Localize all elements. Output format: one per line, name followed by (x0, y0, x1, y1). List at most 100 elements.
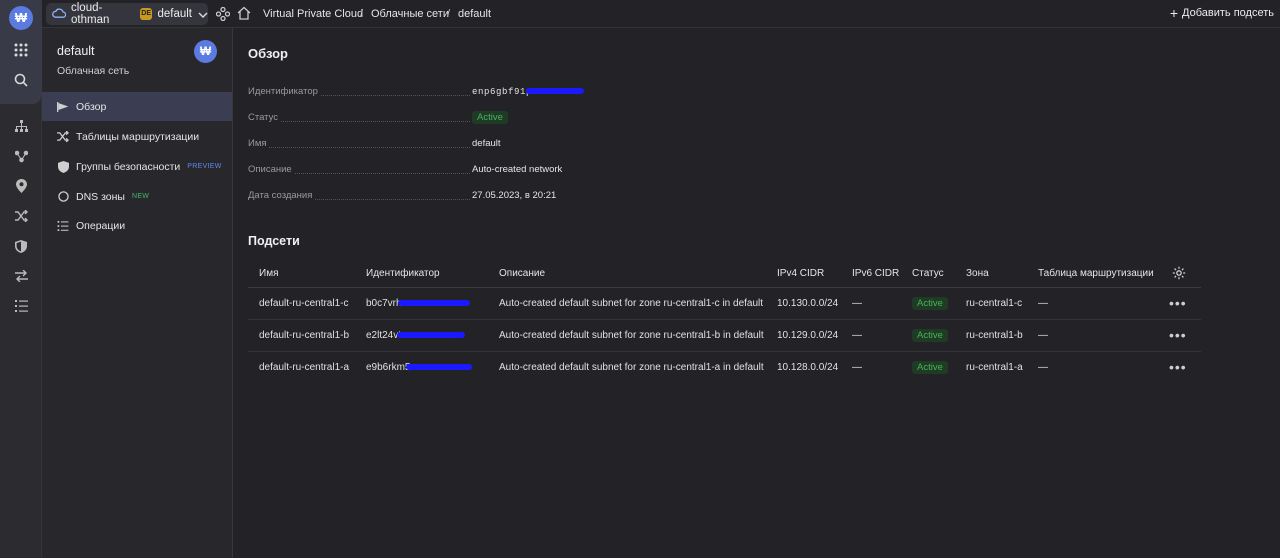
subnet-zone: ru-central1-c (966, 298, 1023, 309)
subnet-ipv6: — (852, 298, 862, 309)
column-header[interactable]: Идентификатор (366, 268, 440, 279)
sidebar-item-route-tables[interactable]: Таблицы маршрутизации (42, 122, 232, 151)
column-header[interactable]: Описание (499, 268, 545, 279)
cloud-folder-selector[interactable]: cloud-othman DE default (46, 2, 208, 26)
redaction-mark (397, 332, 466, 339)
prop-label: Статус (248, 112, 281, 123)
subnet-route-table: — (1038, 362, 1048, 373)
prop-created: Дата создания 27.05.2023, в 20:21 (248, 190, 608, 204)
prop-name: Имя default (248, 138, 608, 152)
subnets-title: Подсети (248, 234, 300, 248)
folder-badge: DE (139, 8, 153, 20)
more-actions-icon[interactable]: ••• (1169, 327, 1187, 343)
redaction-mark (526, 88, 585, 95)
list-icon[interactable] (11, 296, 31, 316)
sidebar-item-operations[interactable]: Операции (42, 211, 232, 240)
subnet-ipv4: 10.128.0.0/24 (777, 362, 839, 373)
subnet-name[interactable]: default-ru-central1-c (259, 298, 348, 309)
breadcrumb-separator: / (360, 8, 364, 20)
prop-description: Описание Auto-created network (248, 164, 608, 178)
home-icon[interactable] (237, 6, 251, 23)
subnet-ipv4: 10.130.0.0/24 (777, 298, 839, 309)
nodes-icon[interactable] (11, 146, 31, 166)
arrows-icon[interactable] (11, 266, 31, 286)
cloud-icon (52, 7, 67, 21)
table-row[interactable]: default-ru-central1-c b0c7vrh Auto-creat… (248, 288, 1201, 320)
list-icon (57, 220, 69, 232)
subnet-name[interactable]: default-ru-central1-b (259, 330, 349, 341)
prop-label: Идентификатор (248, 86, 320, 97)
circle-icon (57, 191, 69, 203)
overview-title: Обзор (248, 46, 288, 61)
status-badge: Active (912, 329, 948, 342)
network-description-value: Auto-created network (472, 164, 563, 175)
column-header[interactable]: Зона (966, 268, 989, 279)
redaction-mark (397, 300, 470, 307)
more-actions-icon[interactable]: ••• (1169, 359, 1187, 375)
created-date-value: 27.05.2023, в 20:21 (472, 190, 557, 201)
column-header[interactable]: IPv6 CIDR (852, 268, 899, 279)
breadcrumb-separator: / (447, 8, 451, 20)
icon-rail: ₩ (0, 0, 42, 558)
network-id[interactable]: enp6gbf91p (472, 87, 532, 97)
sidebar-item-label: DNS зоны (76, 190, 125, 203)
table-row[interactable]: default-ru-central1-a e9b6rkm5 Auto-crea… (248, 352, 1201, 384)
sidebar-item-label: Операции (76, 219, 126, 232)
status-badge: Active (912, 361, 948, 374)
sidebar-item-security-groups[interactable]: Группы безопасности PREVIEW (42, 152, 232, 181)
folder-name: default (157, 8, 192, 20)
add-subnet-button[interactable]: + Добавить подсеть (1169, 5, 1274, 21)
breadcrumb-vpc[interactable]: Virtual Private Cloud (263, 8, 363, 20)
table-row[interactable]: default-ru-central1-b e2lt24vt Auto-crea… (248, 320, 1201, 352)
shuffle-icon[interactable] (11, 206, 31, 226)
redaction-mark (406, 364, 473, 371)
network-subtitle: Облачная сеть (57, 65, 130, 77)
breadcrumb-networks[interactable]: Облачные сети (371, 8, 449, 20)
new-tag: NEW (131, 193, 150, 200)
shuffle-icon (57, 131, 69, 143)
subnet-zone: ru-central1-a (966, 362, 1023, 373)
column-header[interactable]: Таблица маршрутизации (1038, 268, 1154, 279)
prop-label: Описание (248, 164, 294, 175)
subnet-name[interactable]: default-ru-central1-a (259, 362, 349, 373)
prop-label: Имя (248, 138, 269, 149)
sidebar-item-overview[interactable]: Обзор (42, 92, 232, 121)
vpc-service-icon: ₩ (194, 40, 217, 63)
location-pin-icon[interactable] (11, 176, 31, 196)
subnets-table: Имя Идентификатор Описание IPv4 CIDR IPv… (248, 260, 1201, 384)
main-content: Обзор Идентификатор enp6gbf91p Статус Ac… (234, 28, 1280, 558)
add-subnet-label: Добавить подсеть (1182, 7, 1274, 19)
subnet-id[interactable]: e9b6rkm5 (366, 362, 473, 373)
chevron-down-icon (198, 7, 208, 21)
yandex-cloud-logo[interactable]: ₩ (9, 6, 33, 30)
subnet-id[interactable]: b0c7vrh (366, 298, 470, 309)
subnet-description: Auto-created default subnet for zone ru-… (499, 330, 764, 341)
sidebar-item-dns-zones[interactable]: DNS зоны NEW (42, 182, 232, 211)
shield-icon (57, 160, 69, 173)
shield-icon[interactable] (11, 236, 31, 256)
table-header: Имя Идентификатор Описание IPv4 CIDR IPv… (248, 260, 1201, 288)
column-header[interactable]: IPv4 CIDR (777, 268, 824, 279)
subnet-id[interactable]: e2lt24vt (366, 330, 466, 341)
apps-grid-icon[interactable] (11, 40, 31, 60)
gear-icon[interactable] (1172, 266, 1186, 283)
column-header[interactable]: Имя (259, 268, 278, 279)
sidebar-item-label: Таблицы маршрутизации (76, 130, 200, 143)
subnet-route-table: — (1038, 298, 1048, 309)
subnet-zone: ru-central1-b (966, 330, 1023, 341)
plus-icon: + (1169, 5, 1179, 21)
status-badge: Active (912, 297, 948, 310)
subnet-description: Auto-created default subnet for zone ru-… (499, 362, 764, 373)
network-tree-icon[interactable] (11, 116, 31, 136)
network-sidebar: default Облачная сеть ₩ Обзор Таблицы ма… (42, 28, 233, 558)
preview-tag: PREVIEW (187, 163, 222, 170)
breadcrumb-current: default (458, 8, 492, 20)
search-icon[interactable] (11, 70, 31, 90)
cloud-name: cloud-othman (71, 2, 110, 26)
services-icon[interactable] (215, 6, 231, 24)
more-actions-icon[interactable]: ••• (1169, 295, 1187, 311)
column-header[interactable]: Статус (912, 268, 944, 279)
top-bar: cloud-othman DE default Virtual Private … (42, 0, 1280, 28)
prop-identifier: Идентификатор enp6gbf91p (248, 86, 608, 100)
prop-label: Дата создания (248, 190, 315, 201)
